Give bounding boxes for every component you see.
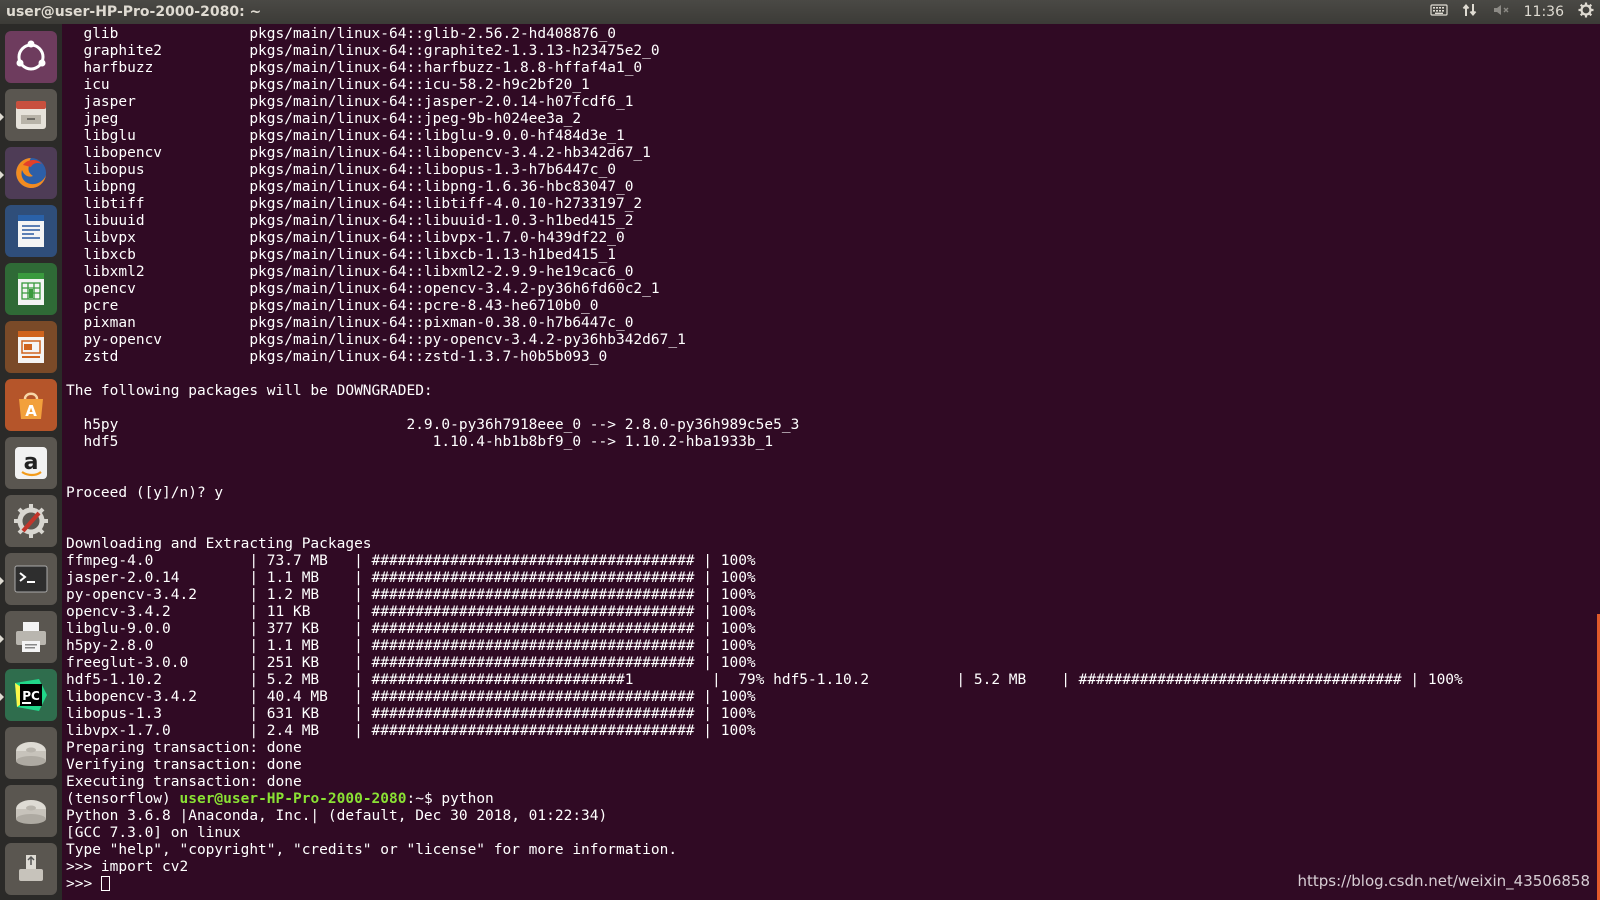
terminal-line: graphite2 pkgs/main/linux-64::graphite2-… — [83, 43, 660, 59]
software-center-icon: A — [19, 392, 43, 420]
terminal-line: Preparing transaction: done — [66, 740, 302, 756]
launcher-item-drive-1[interactable] — [5, 727, 57, 779]
top-panel: user@user-HP-Pro-2000-2080: ~ 11:36 — [0, 0, 1600, 24]
terminal-line: The following packages will be DOWNGRADE… — [66, 383, 433, 399]
terminal-line: Verifying transaction: done — [66, 757, 302, 773]
indicator-area: 11:36 — [1430, 2, 1594, 22]
terminal-line: jpeg pkgs/main/linux-64::jpeg-9b-h024ee3… — [83, 111, 582, 127]
terminal-line: freeglut-3.0.0 | 251 KB | ##############… — [66, 655, 756, 671]
drive-icon — [16, 742, 46, 766]
launcher-item-writer[interactable] — [5, 205, 57, 257]
launcher-item-files[interactable] — [0, 89, 57, 141]
terminal-line: py-opencv pkgs/main/linux-64::py-opencv-… — [83, 332, 686, 348]
usb-drive-icon — [19, 855, 43, 881]
impress-icon — [18, 331, 44, 363]
launcher-item-impress[interactable] — [5, 321, 57, 373]
amazon-icon: a — [15, 447, 47, 479]
terminal-line: jasper-2.0.14 | 1.1 MB | ###############… — [66, 570, 756, 586]
terminal-line: libopus pkgs/main/linux-64::libopus-1.3-… — [83, 162, 616, 178]
clock[interactable]: 11:36 — [1524, 4, 1564, 20]
launcher-item-amazon[interactable]: a — [5, 437, 57, 489]
terminal-line: libuuid pkgs/main/linux-64::libuuid-1.0.… — [83, 213, 634, 229]
svg-text:A: A — [25, 402, 37, 420]
terminal-cursor[interactable] — [100, 876, 110, 891]
terminal-line: libglu pkgs/main/linux-64::libglu-9.0.0-… — [83, 128, 625, 144]
launcher-item-drive-2[interactable] — [5, 785, 57, 837]
launcher-item-system-settings[interactable] — [5, 495, 57, 547]
launcher-item-usb-drive[interactable] — [5, 843, 57, 895]
terminal-history: glib pkgs/main/linux-64::glib-2.56.2-hd4… — [66, 26, 1472, 790]
terminal-line: h5py 2.9.0-py36h7918eee_0 --> 2.8.0-py36… — [83, 417, 800, 433]
prompt-path: :~$ — [406, 791, 442, 807]
terminal-line: Downloading and Extracting Packages — [66, 536, 372, 552]
launcher: A a PC — [0, 24, 62, 900]
launcher-item-printer[interactable] — [0, 611, 57, 663]
terminal-line: py-opencv-3.4.2 | 1.2 MB | #############… — [66, 587, 756, 603]
terminal-line: libopencv-3.4.2 | 40.4 MB | ############… — [66, 689, 756, 705]
terminal-line: ffmpeg-4.0 | 73.7 MB | #################… — [66, 553, 756, 569]
terminal-line: Python 3.6.8 |Anaconda, Inc.| (default, … — [66, 808, 608, 824]
terminal-line: libpng pkgs/main/linux-64::libpng-1.6.36… — [83, 179, 634, 195]
launcher-item-terminal[interactable] — [0, 553, 57, 605]
terminal-line: opencv-3.4.2 | 11 KB | #################… — [66, 604, 756, 620]
keyboard-icon[interactable] — [1430, 3, 1448, 21]
terminal-line: [GCC 7.3.0] on linux — [66, 825, 241, 841]
terminal-window[interactable]: glib pkgs/main/linux-64::glib-2.56.2-hd4… — [62, 24, 1600, 900]
prompt-user-host: user@user-HP-Pro-2000-2080 — [179, 791, 407, 807]
terminal-output: glib pkgs/main/linux-64::glib-2.56.2-hd4… — [66, 26, 1472, 893]
launcher-item-firefox[interactable] — [0, 147, 57, 199]
python-input-prompt: >>> — [66, 876, 101, 892]
launcher-item-dash[interactable] — [5, 31, 57, 83]
terminal-line: harfbuzz pkgs/main/linux-64::harfbuzz-1.… — [83, 60, 643, 76]
terminal-line: libvpx-1.7.0 | 2.4 MB | ################… — [66, 723, 756, 739]
terminal-line: libxml2 pkgs/main/linux-64::libxml2-2.9.… — [83, 264, 634, 280]
terminal-line: jasper pkgs/main/linux-64::jasper-2.0.14… — [83, 94, 634, 110]
printer-icon — [16, 622, 46, 652]
launcher-item-software-center[interactable]: A — [5, 379, 57, 431]
files-icon — [16, 101, 46, 129]
launcher-item-pycharm[interactable]: PC — [0, 669, 57, 721]
terminal-line: icu pkgs/main/linux-64::icu-58.2-h9c2bf2… — [83, 77, 590, 93]
terminal-line: Proceed ([y]/n)? y — [66, 485, 224, 501]
python-session-output: Python 3.6.8 |Anaconda, Inc.| (default, … — [66, 808, 677, 875]
prompt-env: (tensorflow) — [66, 791, 180, 807]
launcher-item-calc[interactable] — [5, 263, 57, 315]
terminal-line: h5py-2.8.0 | 1.1 MB | ##################… — [66, 638, 756, 654]
terminal-line: >>> import cv2 — [66, 859, 189, 875]
terminal-line: pixman pkgs/main/linux-64::pixman-0.38.0… — [83, 315, 634, 331]
terminal-line: Type "help", "copyright", "credits" or "… — [66, 842, 678, 858]
writer-icon — [18, 215, 44, 247]
terminal-line: Executing transaction: done — [66, 774, 302, 790]
watermark: https://blog.csdn.net/weixin_43506858 — [1297, 872, 1590, 890]
drive-icon — [16, 800, 46, 824]
svg-text:PC: PC — [22, 689, 40, 703]
terminal-line: libopus-1.3 | 631 KB | #################… — [66, 706, 756, 722]
volume-muted-icon[interactable] — [1492, 3, 1510, 21]
calc-icon — [18, 273, 44, 305]
gear-icon[interactable] — [1578, 2, 1594, 22]
terminal-line: libtiff pkgs/main/linux-64::libtiff-4.0.… — [83, 196, 643, 212]
terminal-line: libglu-9.0.0 | 377 KB | ################… — [66, 621, 756, 637]
terminal-line: hdf5-1.10.2 | 5.2 MB | #################… — [66, 672, 1463, 688]
terminal-line: libopencv pkgs/main/linux-64::libopencv-… — [83, 145, 651, 161]
prompt-command: python — [441, 791, 494, 807]
window-title: user@user-HP-Pro-2000-2080: ~ — [6, 4, 262, 20]
firefox-icon — [16, 158, 46, 188]
terminal-icon — [14, 565, 48, 593]
terminal-line: libvpx pkgs/main/linux-64::libvpx-1.7.0-… — [83, 230, 625, 246]
terminal-line: hdf5 1.10.4-hb1b8bf9_0 --> 1.10.2-hba193… — [83, 434, 774, 450]
pycharm-icon: PC — [15, 679, 47, 711]
terminal-line: opencv pkgs/main/linux-64::opencv-3.4.2-… — [83, 281, 660, 297]
terminal-line: zstd pkgs/main/linux-64::zstd-1.3.7-h0b5… — [83, 349, 608, 365]
svg-text:a: a — [24, 450, 39, 475]
system-settings-icon — [14, 504, 48, 538]
network-icon[interactable] — [1462, 2, 1478, 22]
terminal-line: libxcb pkgs/main/linux-64::libxcb-1.13-h… — [83, 247, 616, 263]
terminal-line: pcre pkgs/main/linux-64::pcre-8.43-he671… — [83, 298, 599, 314]
terminal-line: glib pkgs/main/linux-64::glib-2.56.2-hd4… — [83, 26, 616, 42]
ubuntu-dash-icon — [16, 40, 46, 71]
